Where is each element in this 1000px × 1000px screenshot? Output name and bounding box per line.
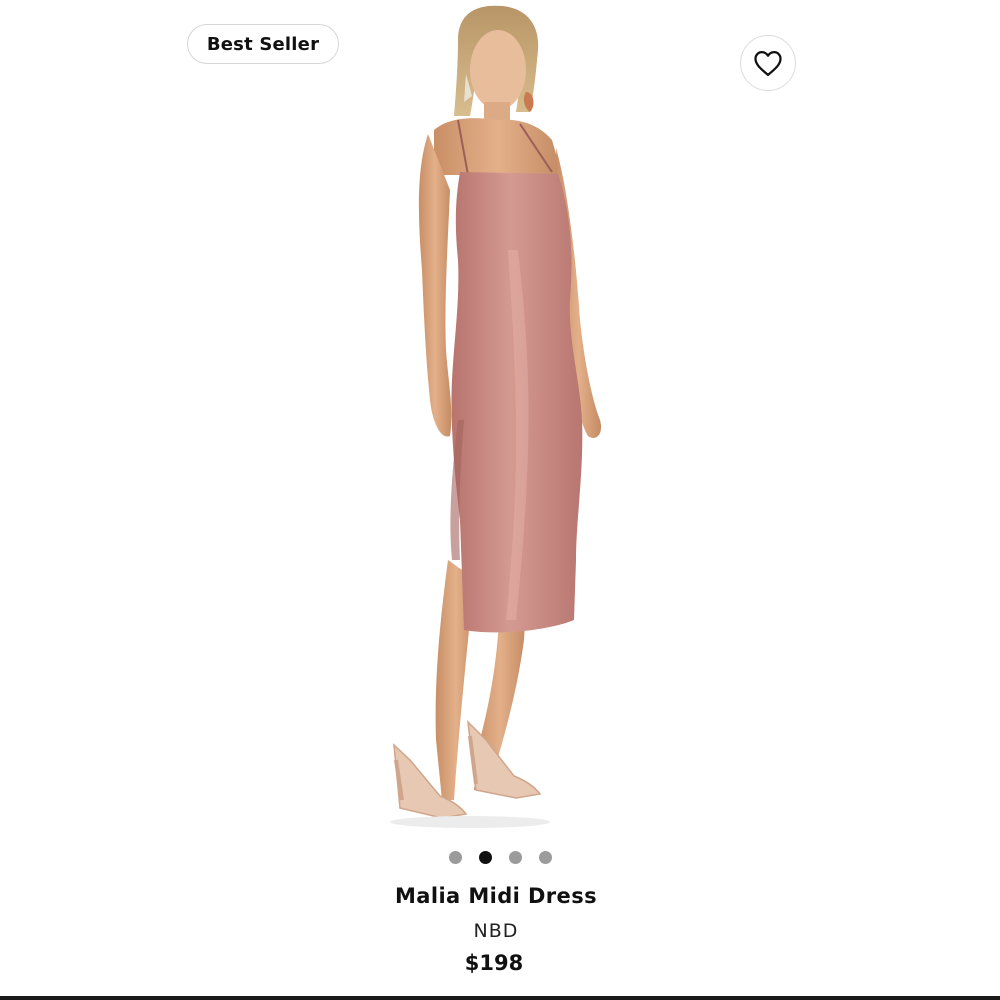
product-image[interactable] (330, 0, 670, 835)
product-price: $198 (464, 951, 524, 975)
product-brand[interactable]: NBD (0, 920, 996, 942)
carousel-dot-4[interactable] (538, 851, 552, 864)
carousel-dot-2-active[interactable] (478, 851, 492, 864)
product-name[interactable]: Malia Midi Dress (0, 884, 996, 908)
bottom-divider (0, 996, 1000, 1000)
carousel-dots (0, 851, 1000, 865)
best-seller-badge: Best Seller (187, 24, 339, 64)
carousel-dot-3[interactable] (508, 851, 522, 864)
carousel-dot-1[interactable] (448, 851, 462, 864)
wishlist-button[interactable] (740, 35, 796, 91)
heart-icon (753, 49, 783, 77)
